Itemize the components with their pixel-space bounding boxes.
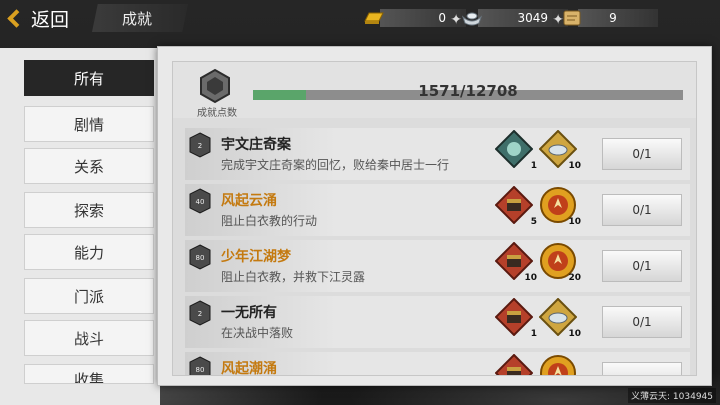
reward-red-chest-icon[interactable]: 10 [494,241,537,283]
reward-gold-coin-icon[interactable]: 10 [539,186,581,227]
reward-count: 1 [530,329,537,339]
achievement-title: 风起云涌 [221,193,277,209]
achievement-level-badge-icon: 40 [189,188,211,214]
achievement-row[interactable]: 2 宇文庄奇案完成宇文庄奇案的回忆，败给秦中居士一行 1 10 0/1 [185,128,690,180]
server-watermark: 义薄云天: 1034945 [628,388,716,403]
scroll-value: 9 [609,11,617,25]
achievement-title: 宇文庄奇案 [221,137,291,153]
gold-value: 0 [438,11,446,25]
achievement-status: 0/1 [602,194,682,226]
reward-red-chest-icon[interactable]: 1 [494,297,537,339]
achievement-title: 少年江湖梦 [221,249,291,265]
reward-gold-coin-icon[interactable]: 20 [539,242,581,283]
achievement-list[interactable]: 成就点数 1571/12708 2 宇文庄奇案完成宇文庄奇案的回忆，败给秦中居士一… [172,61,697,376]
sidebar-item-ability[interactable]: 能力 [24,234,154,270]
top-bar: 返回 成就 0 ✦ 3049 ✦ 9 [0,0,720,36]
sidebar-item-sect[interactable]: 门派 [24,278,154,314]
sidebar-item-collect[interactable]: 收集 [24,364,154,384]
reward-red-chest-icon[interactable]: 5 [494,185,537,227]
sidebar-item-relation[interactable]: 关系 [24,148,154,184]
achievement-description: 在决战中落败 [221,326,294,340]
achievement-title: 一无所有 [221,305,277,321]
reward-teal-gem-icon[interactable]: 1 [494,129,537,171]
achievement-progress-text: 1571/12708 [418,82,518,100]
currency-scroll[interactable]: 9 [560,7,658,29]
svg-text:2: 2 [198,142,202,150]
achievement-description: 阻止白衣教的行动 [221,214,318,228]
currency-silver[interactable]: 3049 ✦ [460,7,568,29]
achievement-title: 风起潮涌 [221,361,277,376]
reward-silver-ingot-reward-icon[interactable]: 10 [538,129,581,171]
silver-ingot-icon [460,7,484,29]
achievement-description: 阻止白衣教，并救下江灵露 [221,270,366,284]
svg-text:2: 2 [198,310,202,318]
achievement-level-badge-icon: 2 [189,132,211,158]
achievement-level-badge-icon: 2 [189,300,211,326]
achievement-status: 0/1 [602,138,682,170]
achievement-row[interactable]: 80 少年江湖梦阻止白衣教，并救下江灵露 10 20 0/1 [185,240,690,292]
achievement-emblem-icon [195,68,235,104]
reward-count: 10 [568,217,581,227]
achievement-status: 0/1 [602,306,682,338]
reward-gold-coin-icon[interactable] [539,354,577,375]
chevron-left-icon [7,8,26,28]
achievement-points-row: 成就点数 1571/12708 [173,62,696,119]
svg-text:80: 80 [196,366,205,374]
gold-ingot-icon [362,7,386,29]
category-sidebar: 所有 剧情 关系 探索 能力 门派 战斗 收集 [0,48,160,405]
svg-text:80: 80 [196,254,205,262]
sidebar-item-story[interactable]: 剧情 [24,106,154,142]
reward-count: 10 [524,273,537,283]
back-label: 返回 [31,8,70,31]
page-title: 成就 [92,4,188,32]
achievement-row[interactable]: 2 一无所有在决战中落败 1 10 0/1 [185,296,690,348]
reward-count: 10 [568,161,581,171]
achievement-status [602,362,682,375]
reward-red-chest-icon[interactable] [494,353,534,375]
sidebar-item-battle[interactable]: 战斗 [24,320,154,356]
sidebar-item-explore[interactable]: 探索 [24,192,154,228]
achievement-status: 0/1 [602,250,682,282]
currency-gold[interactable]: 0 ✦ [362,7,466,29]
achievement-row[interactable]: 80 风起潮涌 [185,352,690,376]
sidebar-item-all[interactable]: 所有 [24,60,154,96]
achievement-level-badge-icon: 80 [189,244,211,270]
reward-silver-ingot-reward-icon[interactable]: 10 [538,297,581,339]
scroll-icon [560,7,584,29]
achievement-description: 完成宇文庄奇案的回忆，败给秦中居士一行 [221,158,450,172]
achievement-panel: 成就点数 1571/12708 2 宇文庄奇案完成宇文庄奇案的回忆，败给秦中居士一… [157,46,712,386]
silver-value: 3049 [517,11,548,25]
reward-count: 10 [568,329,581,339]
reward-count: 1 [530,161,537,171]
back-button[interactable]: 返回 [0,0,96,36]
reward-count: 20 [568,273,581,283]
reward-count: 5 [530,217,537,227]
achievement-row[interactable]: 40 风起云涌阻止白衣教的行动 5 10 0/1 [185,184,690,236]
achievement-points-label: 成就点数 [197,108,237,119]
svg-text:40: 40 [196,198,205,206]
achievement-level-badge-icon: 80 [189,356,211,375]
